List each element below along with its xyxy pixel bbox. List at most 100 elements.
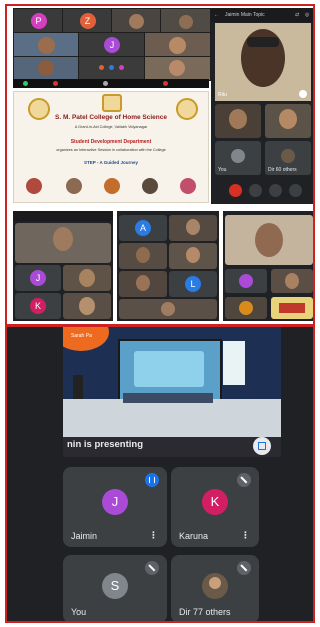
participant-tile[interactable]: J [15,265,61,291]
video-icon[interactable] [53,81,58,86]
main-video[interactable] [225,215,313,265]
meet-grid-center: A L [117,211,219,321]
participant-tile-others[interactable]: Dir 60 others [265,141,311,175]
poster-college-name: S. M. Patel College of Home Science [55,114,167,121]
avatar: K [202,489,228,515]
main-video[interactable]: Ritu [215,23,311,101]
video-tile[interactable]: Z [62,8,113,34]
projector-screen [118,339,222,401]
avatar [239,274,253,288]
speaker-figure [73,375,83,401]
participant-tile-you[interactable]: You [215,141,261,175]
participant-tile-others[interactable]: Dir 77 others [171,555,259,621]
participant-name: You [71,607,87,617]
mic-off-icon [237,473,251,487]
speaker-photo [104,178,120,194]
participant-face [169,60,185,76]
avatar: L [185,276,201,292]
meet-header [13,211,113,221]
event-poster: S. M. Patel College of Home Science A Gr… [13,91,209,203]
mute-slash [240,564,248,572]
video-tile[interactable] [111,8,162,34]
participant-tile[interactable] [119,271,167,297]
presentation-tile[interactable]: Sarah Pa nin is presenting [63,327,281,457]
pin-icon[interactable] [299,90,307,98]
avatar [99,65,104,70]
participant-tile[interactable] [271,297,313,319]
speaker-photo [66,178,82,194]
participant-tile-karuna[interactable]: K Karuna ⋮ [171,467,259,547]
poster-description: organizes an Interactive Session in coll… [56,148,166,152]
speaker-photo [180,178,196,194]
avatar [231,149,245,163]
glasses-icon [247,37,279,47]
participant-tile[interactable] [271,269,313,293]
camera-off-icon[interactable] [249,184,262,197]
participant-tile[interactable]: L [169,271,217,297]
video-tile[interactable] [13,32,80,58]
mute-slash [240,476,248,484]
standee [223,341,245,385]
stage-table [63,399,281,437]
speaking-indicator-icon [145,473,159,487]
participant-tile[interactable] [169,243,217,269]
expand-glyph [258,442,266,450]
video-tile[interactable] [13,56,80,81]
avatar [281,149,295,163]
avatar: P [30,13,47,29]
mic-off-icon[interactable] [269,184,282,197]
participant-tile[interactable]: K [15,293,61,319]
participant-tile-jaimin[interactable]: J Jaimin ⋮ [63,467,167,547]
participant-name: Jaimin [71,531,98,541]
poster-department: Student Development Department [70,139,152,145]
back-arrow-icon[interactable]: ← [214,12,219,18]
participant-tile[interactable] [119,299,217,319]
avatar: J [30,270,46,286]
video-tile[interactable]: P [13,8,64,34]
speaker-icon[interactable]: ◎ [305,12,309,18]
banner-text: Sarah Pa [71,333,92,339]
video-tile[interactable] [144,32,211,58]
participant-tile[interactable] [63,265,111,291]
mic-off-icon [145,561,159,575]
participant-tile[interactable] [119,243,167,269]
mic-icon[interactable] [23,81,28,86]
participant-tile[interactable] [63,293,111,319]
meet-header: ← Jaimin Main Topic ⇄ ◎ [211,8,313,22]
participant-face [186,247,200,263]
avatar [202,573,228,599]
leave-icon[interactable] [163,81,168,86]
mic-off-icon [237,561,251,575]
avatar: A [135,220,151,236]
participant-face [53,227,73,251]
presenting-caption: nin is presenting [67,439,144,450]
video-tile[interactable] [78,56,146,81]
avatar: Z [79,13,96,29]
participant-tile-you[interactable]: S You [63,555,167,621]
more-options-icon[interactable]: ⋮ [241,530,250,541]
participant-tile[interactable] [169,215,217,241]
participants-icon[interactable] [103,81,108,86]
mute-slash [148,564,156,572]
participant-tile[interactable]: A [119,215,167,241]
video-tile[interactable] [160,8,211,34]
zoom-gallery-view: P Z J [13,8,211,88]
meet-presentation-view: Sarah Pa nin is presenting J Jaimin ⋮ K … [7,327,313,621]
participant-tile[interactable] [215,104,261,138]
switch-camera-icon[interactable]: ⇄ [295,12,299,18]
participant-face [38,37,55,54]
participant-tile[interactable] [225,297,267,319]
participant-face [169,37,186,54]
video-tile[interactable]: J [78,32,146,58]
fullscreen-icon[interactable] [253,437,271,455]
participant-tile[interactable] [265,104,311,138]
participant-tile[interactable] [225,269,267,293]
participant-face [209,577,221,589]
main-video[interactable] [15,223,111,263]
end-call-icon[interactable] [229,184,242,197]
more-options-icon[interactable] [289,184,302,197]
more-options-icon[interactable]: ⋮ [149,530,158,541]
video-tile[interactable] [144,56,211,81]
participant-face [136,247,150,263]
audio-bars [149,477,155,483]
